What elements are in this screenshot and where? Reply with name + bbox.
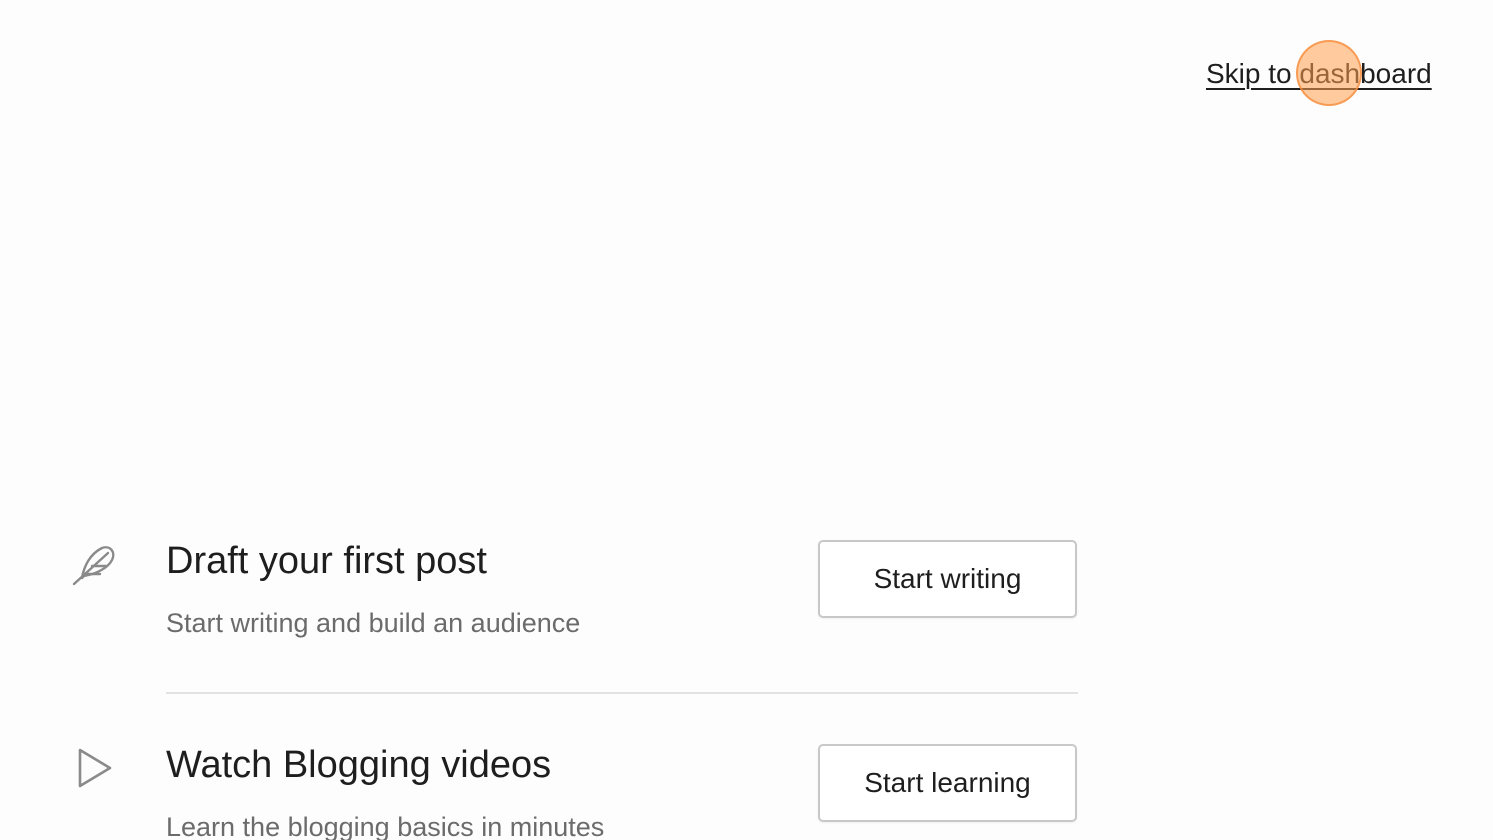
divider <box>166 692 1078 694</box>
row-description: Learn the blogging basics in minutes <box>166 812 605 840</box>
play-icon <box>78 748 112 788</box>
row-description: Start writing and build an audience <box>166 608 581 638</box>
start-writing-button[interactable]: Start writing <box>818 540 1077 618</box>
onboarding-page: Skip to dashboard Draft your first post … <box>0 0 1493 840</box>
row-title: Draft your first post <box>166 540 487 582</box>
skip-to-dashboard-link[interactable]: Skip to dashboard <box>1206 58 1432 90</box>
row-title: Watch Blogging videos <box>166 744 552 786</box>
feather-icon <box>72 546 115 586</box>
start-learning-button[interactable]: Start learning <box>818 744 1077 822</box>
